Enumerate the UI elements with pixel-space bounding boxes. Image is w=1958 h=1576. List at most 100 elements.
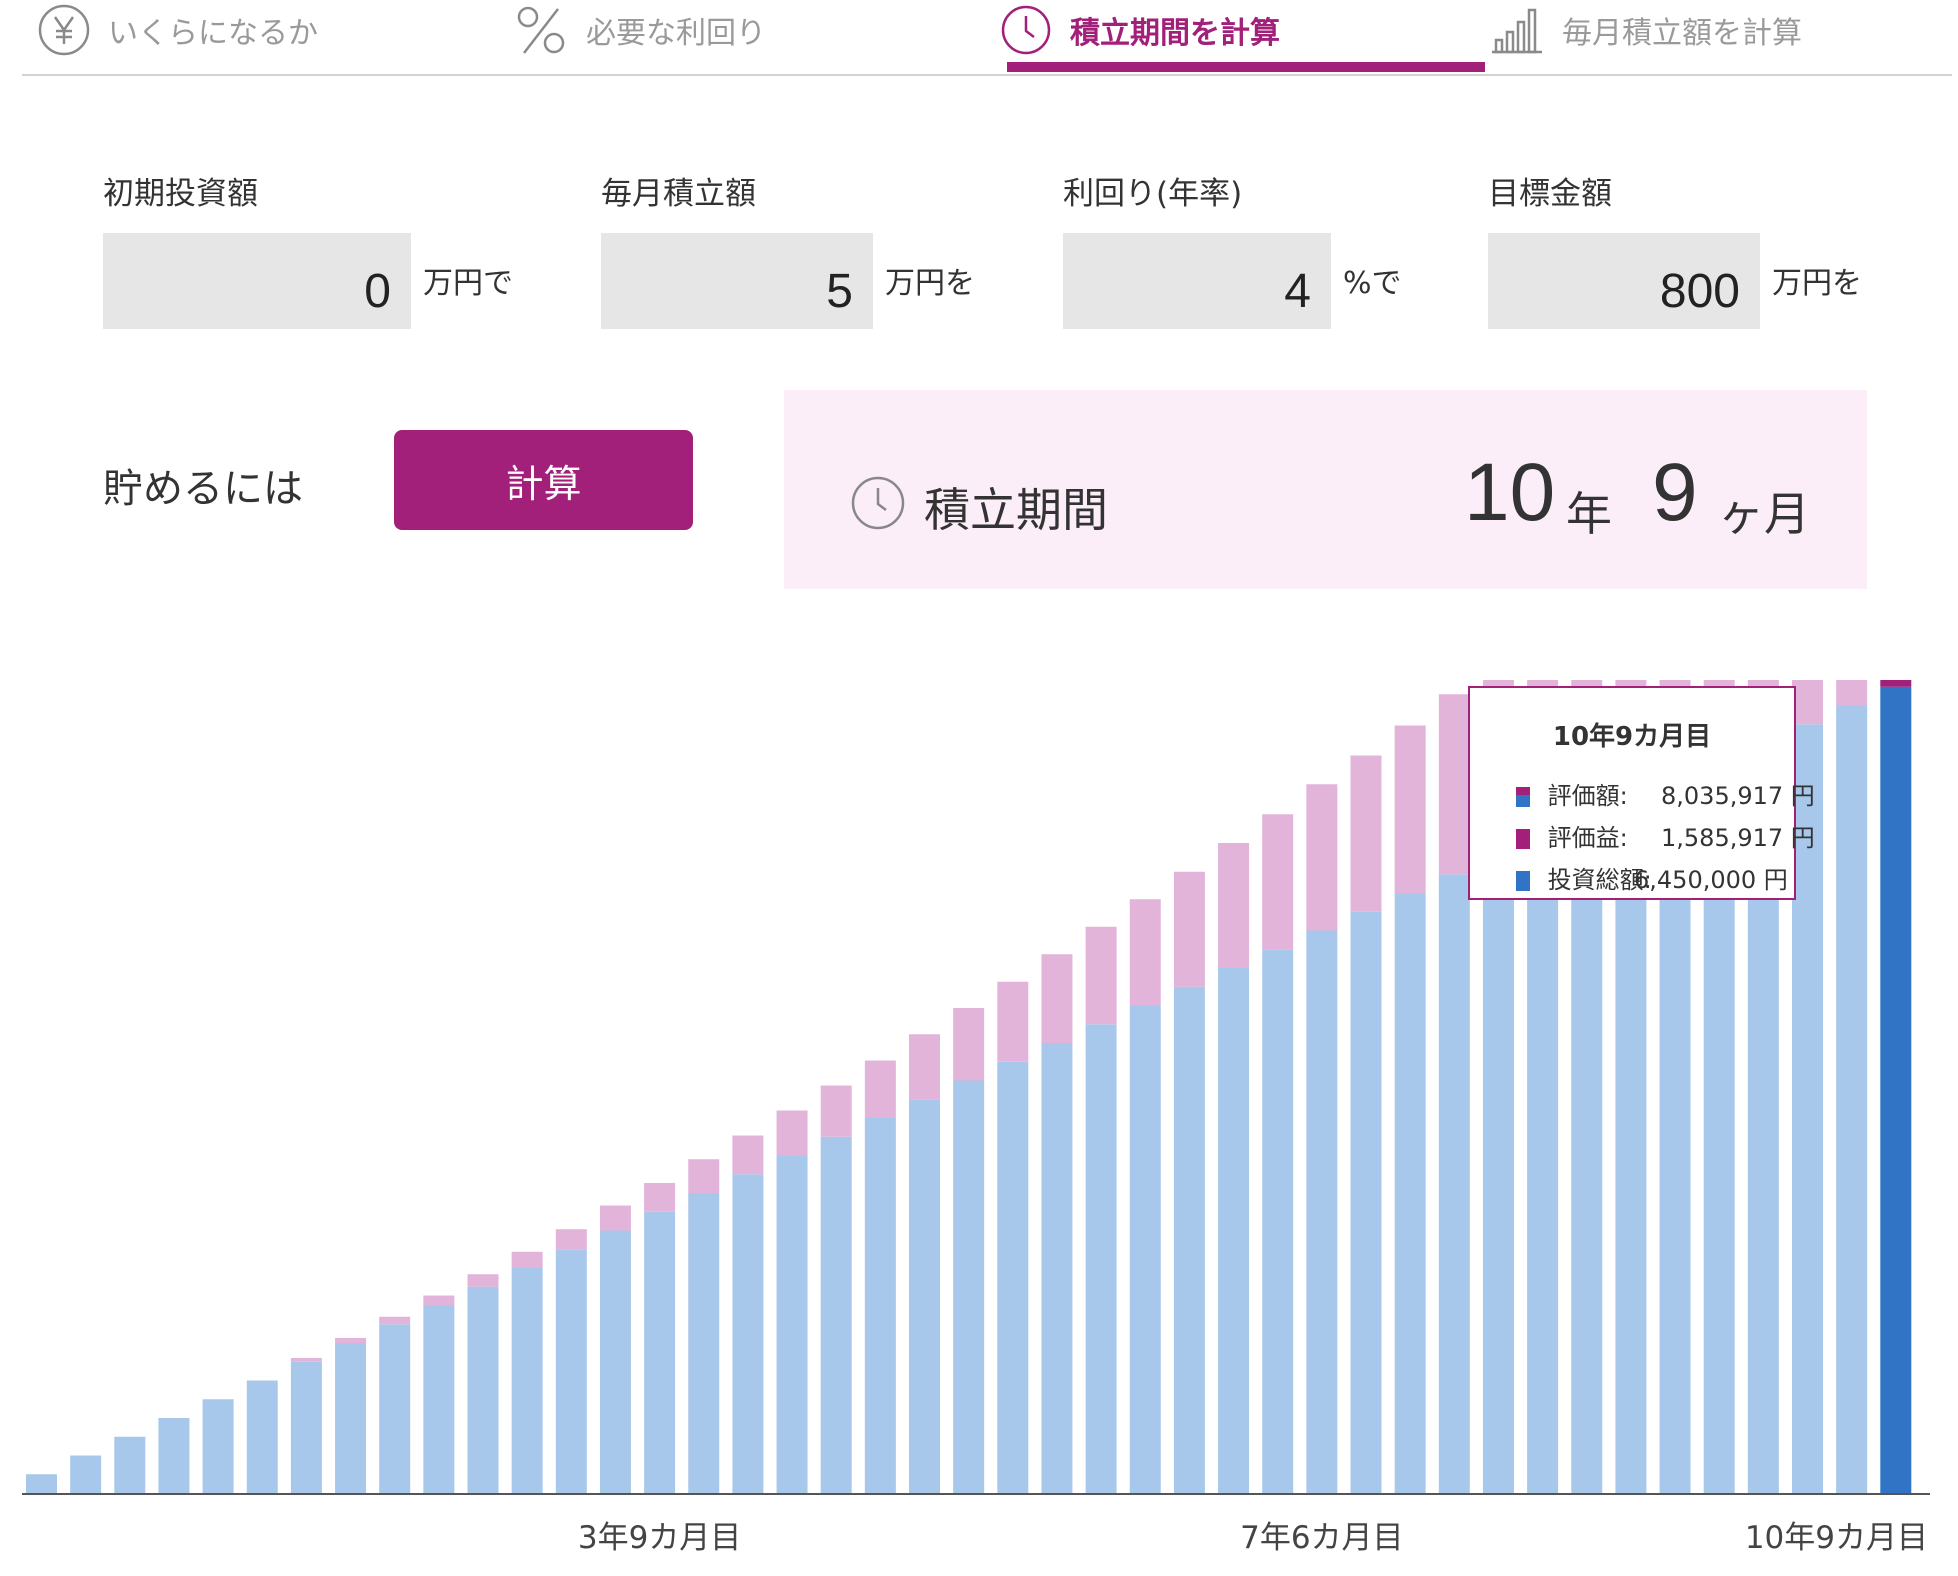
- bar-principal-32[interactable]: [1438, 874, 1470, 1493]
- bar-gain-21[interactable]: [953, 1008, 985, 1081]
- bar-principal-24[interactable]: [1085, 1024, 1117, 1493]
- save-prefix-label: 貯めるには: [103, 466, 303, 512]
- bar-principal-16[interactable]: [732, 1174, 764, 1493]
- bar-principal-17[interactable]: [776, 1155, 808, 1494]
- result-years: 10: [1464, 447, 1556, 538]
- tab-required-yield[interactable]: 必要な利回り: [514, 0, 766, 60]
- bar-principal-15[interactable]: [688, 1193, 720, 1493]
- bar-gain-31[interactable]: [1394, 725, 1426, 894]
- bar-principal-10[interactable]: [467, 1286, 499, 1493]
- bar-gain-25[interactable]: [1129, 899, 1161, 1006]
- x-tick-label: 3年9カ月目: [578, 1520, 741, 1556]
- tooltip-row-gain: 評価益: 1,585,917 円: [1516, 818, 1815, 853]
- bar-gain-19[interactable]: [864, 1060, 896, 1119]
- initial-investment-unit: 万円で: [423, 266, 513, 301]
- bar-principal-20[interactable]: [909, 1099, 940, 1493]
- bar-gain-40[interactable]: [1792, 680, 1823, 725]
- percent-icon: [514, 3, 568, 57]
- bar-gain-11[interactable]: [511, 1251, 543, 1268]
- tab-how-much-label: いくらになるか: [108, 16, 318, 51]
- bar-principal-0[interactable]: [26, 1474, 57, 1493]
- bar-gain-13[interactable]: [599, 1205, 631, 1231]
- bar-gain-41[interactable]: [1836, 680, 1868, 706]
- bar-gain-7[interactable]: [335, 1338, 367, 1343]
- bar-principal-31[interactable]: [1394, 893, 1426, 1493]
- bar-principal-19[interactable]: [864, 1118, 896, 1493]
- bar-gain-23[interactable]: [1041, 954, 1073, 1043]
- bar-gain-32[interactable]: [1438, 694, 1470, 875]
- initial-investment-input[interactable]: [103, 233, 411, 329]
- bar-principal-1[interactable]: [70, 1455, 102, 1494]
- bar-principal-36[interactable]: [1615, 799, 1647, 1493]
- result-months: 9: [1652, 447, 1698, 538]
- clock-icon: [850, 475, 906, 535]
- bar-gain-42[interactable]: [1880, 680, 1912, 687]
- bar-principal-3[interactable]: [158, 1418, 190, 1493]
- bar-principal-41[interactable]: [1836, 705, 1868, 1494]
- calculate-button[interactable]: 計算: [394, 430, 693, 530]
- tab-monthly-amount[interactable]: 毎月積立額を計算: [1490, 0, 1802, 60]
- bar-gain-20[interactable]: [909, 1034, 940, 1100]
- bar-gain-15[interactable]: [688, 1159, 720, 1193]
- tab-period[interactable]: 積立期間を計算: [1000, 0, 1280, 60]
- annual-yield-input[interactable]: [1063, 233, 1331, 329]
- bar-principal-35[interactable]: [1571, 818, 1603, 1493]
- bar-gain-14[interactable]: [644, 1183, 676, 1212]
- bar-gain-17[interactable]: [776, 1110, 808, 1156]
- tooltip-swatch-gain: [1516, 829, 1530, 849]
- bar-gain-22[interactable]: [997, 981, 1029, 1062]
- annual-yield-unit: %で: [1343, 266, 1402, 301]
- bar-gain-24[interactable]: [1085, 926, 1117, 1025]
- bar-gain-26[interactable]: [1173, 871, 1205, 987]
- chart-tooltip: 10年9カ月目 評価額: 8,035,917 円 評価益: 1,585,917 …: [1468, 686, 1815, 900]
- bar-principal-2[interactable]: [114, 1436, 146, 1493]
- bar-principal-5[interactable]: [246, 1380, 278, 1494]
- bar-principal-29[interactable]: [1306, 930, 1338, 1494]
- bar-principal-6[interactable]: [290, 1361, 322, 1493]
- bar-principal-9[interactable]: [423, 1305, 455, 1494]
- bar-principal-33[interactable]: [1482, 855, 1514, 1494]
- clock-icon: [1000, 4, 1052, 56]
- bar-principal-8[interactable]: [379, 1324, 411, 1493]
- bar-gain-18[interactable]: [820, 1085, 852, 1137]
- bar-principal-22[interactable]: [997, 1061, 1029, 1493]
- yen-circle-icon: [38, 4, 90, 56]
- bar-principal-7[interactable]: [335, 1343, 367, 1493]
- bar-principal-4[interactable]: [202, 1399, 234, 1493]
- bar-gain-29[interactable]: [1306, 784, 1338, 931]
- bar-principal-30[interactable]: [1350, 911, 1382, 1493]
- monthly-contribution-input[interactable]: [601, 233, 873, 329]
- bar-gain-30[interactable]: [1350, 755, 1382, 912]
- bar-principal-26[interactable]: [1173, 986, 1205, 1493]
- bar-principal-18[interactable]: [820, 1136, 852, 1493]
- bar-gain-6[interactable]: [290, 1358, 322, 1362]
- bar-gain-9[interactable]: [423, 1295, 455, 1306]
- tooltip-title: 10年9カ月目: [1552, 722, 1712, 752]
- bar-gain-8[interactable]: [379, 1316, 411, 1325]
- tooltip-row-total: 投資総額: 6,450,000 円: [1516, 860, 1788, 895]
- target-amount-input[interactable]: [1488, 233, 1760, 329]
- bar-principal-13[interactable]: [599, 1230, 631, 1494]
- bar-principal-14[interactable]: [644, 1211, 676, 1493]
- tab-how-much[interactable]: いくらになるか: [38, 0, 318, 60]
- bar-gain-10[interactable]: [467, 1274, 499, 1287]
- bar-principal-23[interactable]: [1041, 1043, 1073, 1493]
- bar-principal-11[interactable]: [511, 1268, 543, 1493]
- result-years-unit: 年: [1566, 487, 1612, 541]
- bar-gain-27[interactable]: [1218, 843, 1250, 968]
- bar-principal-27[interactable]: [1218, 968, 1250, 1493]
- active-tab-indicator: [1007, 62, 1485, 72]
- bar-principal-21[interactable]: [953, 1080, 985, 1494]
- tooltip-swatch-total: [1516, 871, 1530, 891]
- bar-principal-25[interactable]: [1129, 1005, 1161, 1494]
- bar-gain-28[interactable]: [1262, 814, 1294, 950]
- bar-gain-16[interactable]: [732, 1135, 764, 1175]
- bar-principal-34[interactable]: [1527, 836, 1559, 1493]
- bar-principal-28[interactable]: [1262, 949, 1294, 1493]
- bar-principal-42[interactable]: [1880, 686, 1912, 1493]
- tooltip-row-value: 評価額: 8,035,917 円: [1516, 776, 1815, 811]
- bar-principal-12[interactable]: [555, 1249, 587, 1493]
- bar-gain-12[interactable]: [555, 1229, 587, 1250]
- initial-investment-label: 初期投資額: [103, 176, 258, 212]
- tooltip-value-amount: 8,035,917 円: [1661, 782, 1815, 810]
